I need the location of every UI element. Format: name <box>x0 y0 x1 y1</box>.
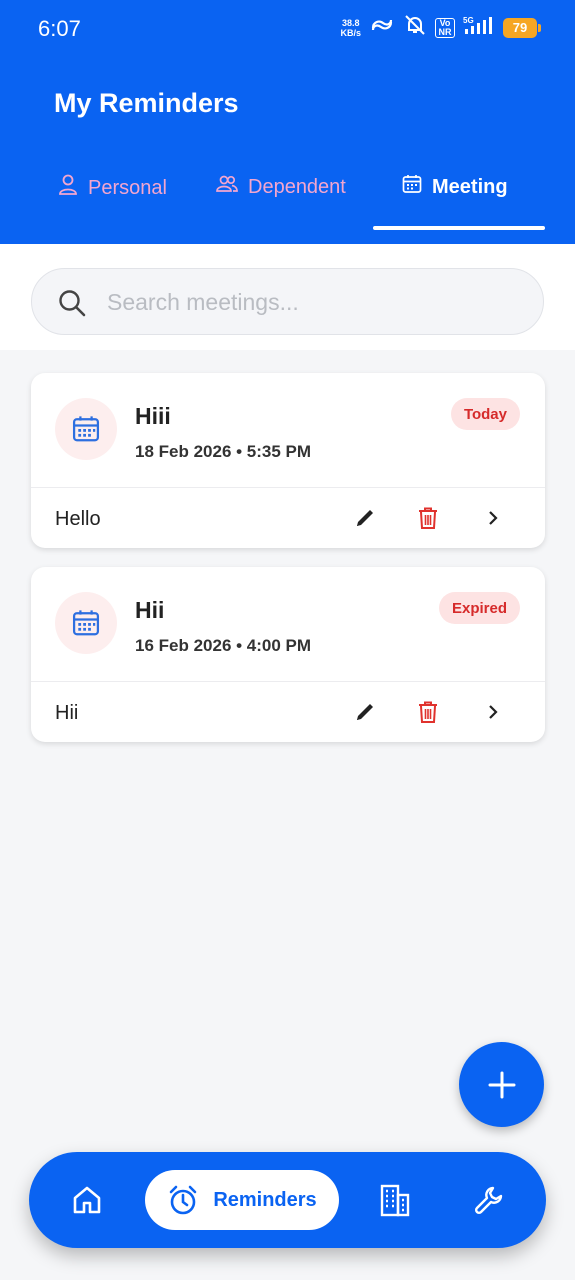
status-icons: 38.8 KB/s Vo NR 5G 79 <box>340 14 541 41</box>
meeting-datetime: 18 Feb 2026 • 5:35 PM <box>135 442 312 461</box>
meeting-note: Hii <box>55 702 79 724</box>
nav-home[interactable] <box>69 1182 105 1218</box>
page-title: My Reminders <box>54 88 239 118</box>
meeting-card[interactable]: Hiii 18 Feb 2026 • 5:35 PM Today Hello <box>31 373 545 548</box>
status-time: 6:07 <box>38 16 81 41</box>
open-button[interactable] <box>478 697 508 727</box>
meeting-card[interactable]: Hii 16 Feb 2026 • 4:00 PM Expired Hii <box>31 567 545 742</box>
tab-dependent[interactable]: Dependent <box>216 174 346 200</box>
alarm-clock-icon <box>170 1185 197 1215</box>
pencil-icon <box>357 704 373 720</box>
search-input[interactable] <box>107 285 507 319</box>
plus-icon <box>488 1071 515 1098</box>
meeting-note: Hello <box>55 508 101 530</box>
status-badge: Expired <box>438 592 520 624</box>
edit-button[interactable] <box>350 697 380 727</box>
home-icon <box>73 1186 101 1214</box>
meeting-title: Hiii <box>135 403 171 429</box>
nav-tools[interactable] <box>471 1182 507 1218</box>
trash-icon <box>419 701 437 723</box>
search-bar[interactable] <box>31 268 544 335</box>
meeting-title: Hii <box>135 597 165 623</box>
chevron-right-icon <box>489 511 498 525</box>
card-divider <box>31 681 545 682</box>
bottom-nav: Reminders <box>29 1152 546 1248</box>
edit-button[interactable] <box>350 503 380 533</box>
wrench-icon <box>474 1186 503 1215</box>
calendar-icon <box>402 174 422 200</box>
tab-personal[interactable]: Personal <box>58 174 167 202</box>
header: 6:07 38.8 KB/s Vo NR 5G 79 My Reminders <box>0 0 575 244</box>
open-button[interactable] <box>478 503 508 533</box>
people-icon <box>216 174 238 200</box>
trash-icon <box>419 507 437 529</box>
nav-reminders[interactable]: Reminders <box>145 1170 339 1230</box>
search-icon <box>58 289 86 322</box>
add-meeting-button[interactable] <box>459 1042 544 1127</box>
active-tab-indicator <box>373 226 545 230</box>
nav-buildings[interactable] <box>377 1182 413 1218</box>
buildings-icon <box>380 1184 410 1217</box>
mute-icon <box>403 14 427 41</box>
status-bar: 6:07 38.8 KB/s Vo NR 5G 79 <box>0 0 575 56</box>
pencil-icon <box>357 510 373 526</box>
delete-button[interactable] <box>413 697 443 727</box>
signal-icon: 5G <box>463 15 495 40</box>
search-section <box>0 244 575 350</box>
tab-personal-label: Personal <box>88 176 167 199</box>
hotspot-icon <box>369 15 395 40</box>
meeting-calendar-icon <box>55 398 117 460</box>
svg-text:5G: 5G <box>463 16 474 25</box>
tab-meeting-label: Meeting <box>432 175 508 198</box>
volte-icon: Vo NR <box>435 17 455 38</box>
delete-button[interactable] <box>413 503 443 533</box>
tab-bar: Personal Dependent Meeting <box>0 160 575 230</box>
tab-meeting[interactable]: Meeting <box>402 174 508 200</box>
person-icon <box>58 174 78 202</box>
meeting-calendar-icon <box>55 592 117 654</box>
chevron-right-icon <box>489 705 498 719</box>
battery-icon: 79 <box>503 17 541 38</box>
nav-reminders-label: Reminders <box>213 1188 317 1211</box>
card-divider <box>31 487 545 488</box>
status-badge: Today <box>450 398 520 430</box>
network-speed: 38.8 KB/s <box>340 17 361 38</box>
tab-dependent-label: Dependent <box>248 175 346 198</box>
meeting-datetime: 16 Feb 2026 • 4:00 PM <box>135 636 312 655</box>
